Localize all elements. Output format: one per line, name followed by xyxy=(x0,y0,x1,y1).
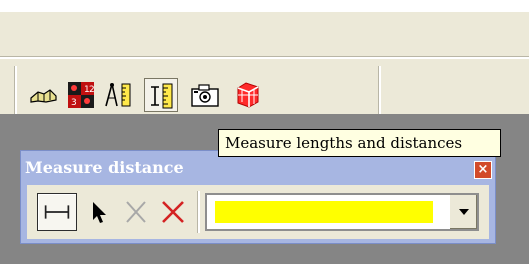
toolbar-end-separator xyxy=(378,66,381,114)
line-color-select[interactable] xyxy=(205,193,479,231)
measure-distance-window: Measure distance × xyxy=(20,150,496,244)
color-dropdown-button[interactable] xyxy=(449,195,477,229)
gray-x-icon xyxy=(126,201,146,223)
measure-line-button[interactable] xyxy=(37,193,77,231)
red-3d-box-icon xyxy=(237,82,259,108)
compass-ruler-icon xyxy=(105,83,131,107)
svg-text:2: 2 xyxy=(89,85,95,95)
camera-icon xyxy=(191,84,219,107)
top-strip xyxy=(0,0,529,12)
red-x-icon xyxy=(162,201,184,223)
select-arrow-button[interactable] xyxy=(82,193,116,231)
numbered-grid-button[interactable]: 1 2 3 xyxy=(64,78,98,112)
remove-measurement-button[interactable] xyxy=(119,193,153,231)
measure-lengths-button[interactable] xyxy=(144,78,178,112)
handshake-icon xyxy=(30,89,57,103)
clear-all-measurements-button[interactable] xyxy=(155,193,191,231)
compass-ruler-button[interactable] xyxy=(102,78,136,112)
measure-window-body xyxy=(27,185,489,239)
measure-ruler-icon xyxy=(151,83,173,109)
tooltip: Measure lengths and distances xyxy=(218,129,501,157)
camera-button[interactable] xyxy=(188,78,222,112)
toolbar: 1 2 3 xyxy=(10,66,529,114)
toolbar-separator xyxy=(0,56,529,59)
color-numbered-grid-icon: 1 2 3 xyxy=(68,82,95,108)
line-color-swatch xyxy=(215,201,433,223)
3d-box-button[interactable] xyxy=(230,78,264,112)
arrow-select-icon xyxy=(93,202,106,223)
close-button[interactable]: × xyxy=(474,161,492,179)
window-title[interactable]: Measure distance xyxy=(25,157,184,179)
chevron-down-icon xyxy=(459,209,469,215)
measure-line-icon xyxy=(44,205,70,219)
handshake-button[interactable] xyxy=(26,78,60,112)
svg-text:3: 3 xyxy=(71,98,77,108)
tool-separator xyxy=(197,191,200,233)
toolbar-grip[interactable] xyxy=(14,66,17,114)
